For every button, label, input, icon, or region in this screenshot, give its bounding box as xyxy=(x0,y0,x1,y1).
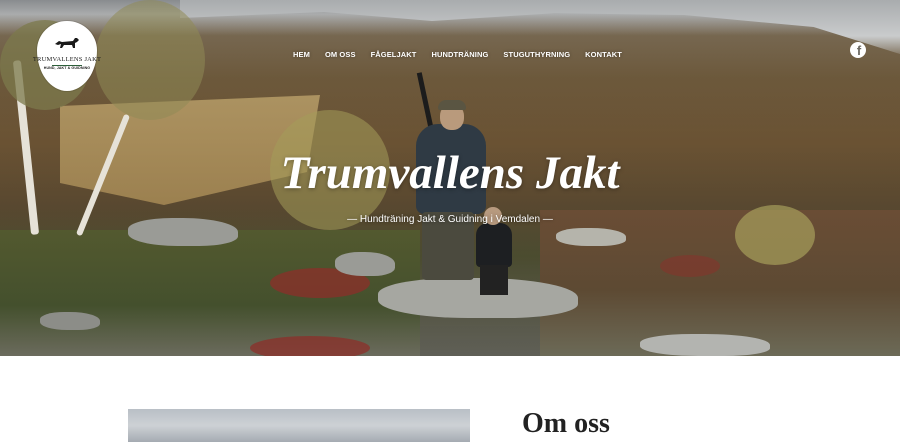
about-title: Om oss xyxy=(522,408,610,439)
nav-item-kontakt[interactable]: KONTAKT xyxy=(585,50,622,59)
logo-name: TRUMVALLENS JAKT xyxy=(32,56,102,63)
hero-subtitle: — Hundträning Jakt & Guidning i Vemdalen… xyxy=(347,214,553,225)
nav-item-hundtraning[interactable]: HUNDTRÄNING xyxy=(431,50,488,59)
hero-rock xyxy=(556,228,626,246)
hero-title: Trumvallens Jakt xyxy=(280,147,620,199)
logo-tagline: HUND, JAKT & GUIDNING xyxy=(43,66,91,70)
facebook-icon[interactable]: f xyxy=(850,42,866,58)
hero-section: TRUMVALLENS JAKT HUND, JAKT & GUIDNING H… xyxy=(0,0,900,356)
main-nav: HEM OM OSS FÅGELJAKT HUNDTRÄNING STUGUTH… xyxy=(293,50,622,59)
hero-birch-foliage xyxy=(95,0,205,120)
nav-item-om-oss[interactable]: OM OSS xyxy=(325,50,356,59)
nav-item-hem[interactable]: HEM xyxy=(293,50,310,59)
nav-item-stuguthyrning[interactable]: STUGUTHYRNING xyxy=(503,50,570,59)
site-logo[interactable]: TRUMVALLENS JAKT HUND, JAKT & GUIDNING xyxy=(33,21,101,91)
hero-rock xyxy=(640,334,770,356)
hero-red-heath xyxy=(250,336,370,356)
hero-red-heath xyxy=(660,255,720,277)
hero-rock xyxy=(40,312,100,330)
about-image xyxy=(128,409,470,442)
nav-item-fageljakt[interactable]: FÅGELJAKT xyxy=(371,50,417,59)
dog-icon xyxy=(53,35,81,51)
hero-rock xyxy=(335,252,395,276)
